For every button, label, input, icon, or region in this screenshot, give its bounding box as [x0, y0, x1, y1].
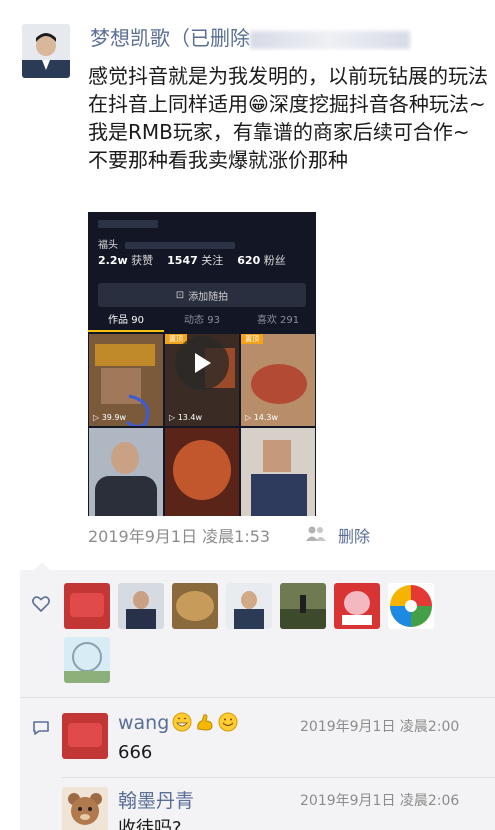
comment-timestamp: 2019年9月1日 凌晨2:00 [300, 719, 460, 735]
tab-likes: 喜欢 291 [256, 315, 300, 326]
liker-avatar[interactable] [172, 583, 218, 629]
video-thumbnail [89, 428, 163, 516]
author-avatar[interactable] [22, 24, 70, 78]
add-casual-shot-button: ⊡ 添加随拍 [98, 283, 306, 307]
post-text: 感觉抖音就是为我发明的，以前玩钻展的玩法在抖音上同样适用😁深度挖掘抖音各种玩法~… [88, 64, 488, 172]
video-thumbnail: 置顶 ▷ 14.3w [241, 334, 315, 426]
comment-text: 收徒吗? [118, 818, 182, 830]
tab-activity: 动态 93 [184, 315, 220, 326]
profile-tabs: 作品 90 动态 93 喜欢 291 [88, 310, 316, 332]
liker-avatar[interactable] [64, 583, 110, 629]
author-name[interactable]: 梦想凯歌（已删除 [90, 22, 490, 51]
heart-outline-icon [32, 596, 50, 612]
liker-avatar[interactable] [226, 583, 272, 629]
author-name-text[interactable]: 梦想凯歌（已删除 [90, 26, 250, 50]
video-thumbnail [165, 428, 239, 516]
friends-visibility-icon [306, 526, 326, 541]
redacted-id [250, 30, 410, 49]
panel-caret [34, 562, 50, 570]
video-thumbnail [241, 428, 315, 516]
view-count: ▷ 13.4w [169, 413, 203, 422]
likes-comments-divider [20, 697, 495, 698]
liker-avatar[interactable] [334, 583, 380, 629]
commenter-name[interactable]: wang [118, 712, 238, 734]
flexed-bicep-emoji-icon [197, 714, 213, 731]
liker-avatar[interactable] [118, 583, 164, 629]
tab-works: 作品 90 [88, 310, 164, 332]
commenter-name[interactable]: 翰墨丹青 [118, 786, 194, 813]
liker-avatar[interactable] [388, 583, 434, 629]
profile-stats: 2.2w 获赞 1547 关注 620 粉丝 [98, 254, 286, 267]
comment-text: 666 [118, 742, 153, 763]
comment-bubble-icon [33, 721, 49, 735]
view-count: ▷ 14.3w [245, 413, 279, 422]
smile-emoji-icon [218, 712, 238, 732]
blurred-handle [98, 220, 158, 228]
liker-avatar[interactable] [64, 637, 110, 683]
commenter-avatar[interactable] [62, 787, 108, 830]
comment-timestamp: 2019年9月1日 凌晨2:06 [300, 793, 460, 809]
comment-divider [62, 777, 495, 778]
liker-avatar[interactable] [280, 583, 326, 629]
grin-emoji-icon [172, 712, 192, 732]
play-icon[interactable] [175, 336, 229, 390]
commenter-avatar[interactable] [62, 713, 108, 759]
small-tag: 福头 [98, 236, 236, 251]
delete-link[interactable]: 删除 [338, 523, 370, 547]
video-thumbnail: ▷ 39.9w [89, 334, 163, 426]
post-timestamp: 2019年9月1日 凌晨1:53 [88, 527, 271, 546]
view-count: ▷ 39.9w [93, 413, 127, 422]
post-image[interactable]: 福头 2.2w 获赞 1547 关注 620 粉丝 ⊡ 添加随拍 作品 90 动态… [88, 212, 316, 516]
